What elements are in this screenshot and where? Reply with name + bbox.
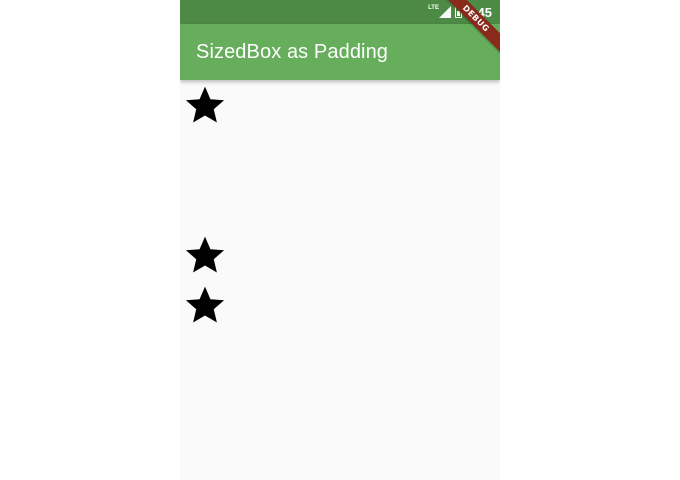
star-icon [184,234,226,276]
body-content [180,80,500,480]
app-bar: SizedBox as Padding [180,24,500,80]
star-icon [184,84,226,126]
star-icon [184,284,226,326]
app-bar-title: SizedBox as Padding [196,41,389,63]
network-type-label: LTE [428,5,439,11]
phone-screen: LTE 1:45 SizedBox as Padding DEBUG [180,0,500,480]
cell-signal-icon [438,6,451,18]
